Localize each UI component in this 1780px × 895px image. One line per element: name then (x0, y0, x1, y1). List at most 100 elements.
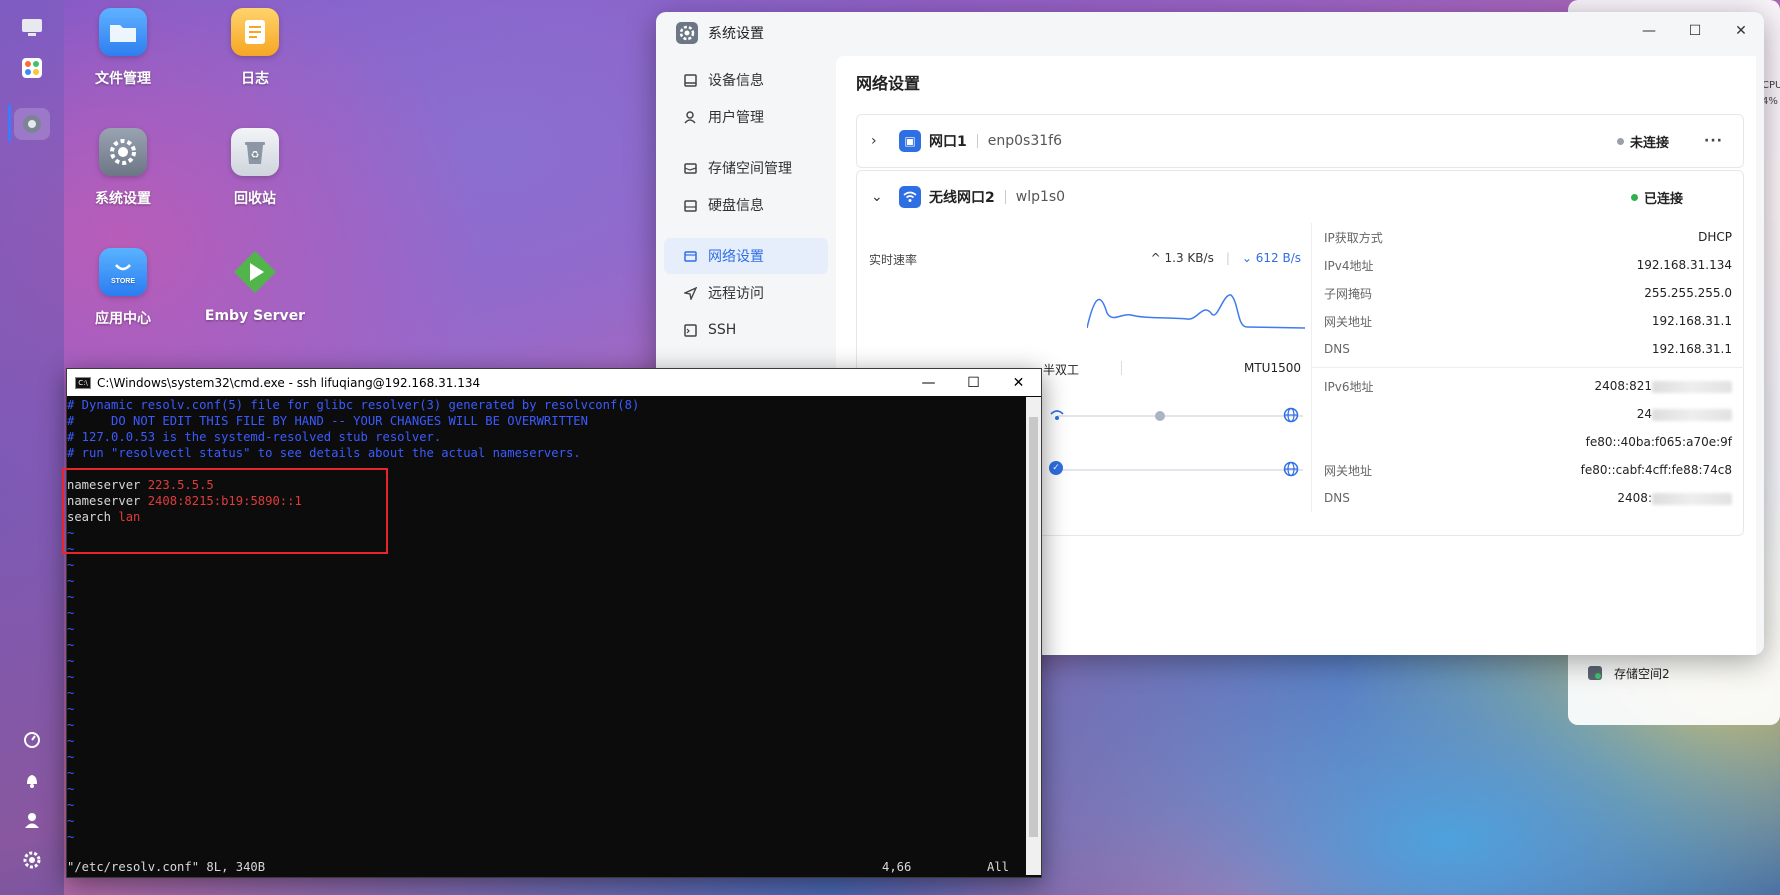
gear-icon[interactable] (18, 846, 46, 874)
vim-empty-line: ~ (67, 734, 75, 748)
remote-icon (682, 285, 698, 301)
upload-speed: ^ 1.3 KB/s (1150, 251, 1214, 265)
vim-empty-line: ~ (67, 622, 75, 636)
info-row: 网关地址 fe80::cabf:4cff:fe88:74c8 (1324, 463, 1732, 478)
status-text: 已连接 (1643, 191, 1683, 207)
minimize-button[interactable]: — (1626, 18, 1672, 44)
highlight-box (62, 468, 388, 554)
device-icon (682, 72, 698, 88)
info-row: IPv6地址 2408:821 (1312, 372, 1744, 400)
status-badge: 已连接 (1630, 188, 1683, 207)
vim-empty-line: ~ (67, 638, 75, 652)
comment-line: # 127.0.0.53 is the systemd-resolved stu… (67, 430, 442, 444)
speed-graph (1087, 294, 1305, 329)
status-badge: 未连接 (1616, 132, 1669, 151)
folder-icon (99, 8, 147, 56)
port2-header[interactable]: ⌄ 无线网口2 wlp1s0 已连接 (857, 171, 1743, 223)
more-icon[interactable]: ··· (1704, 133, 1723, 149)
globe-icon (1283, 461, 1299, 477)
user-icon[interactable] (18, 806, 46, 834)
duplex-label: 半双工 (1043, 363, 1080, 377)
sidebar-item-network[interactable]: 网络设置 (664, 238, 828, 274)
vim-empty-line: ~ (67, 574, 75, 588)
vim-empty-line: ~ (67, 606, 75, 620)
sidebar-item-label: 远程访问 (708, 286, 764, 302)
desktop-icon-label: 回收站 (234, 191, 276, 207)
sidebar-item-label: 设备信息 (708, 73, 764, 89)
sidebar-item-remote[interactable]: 远程访问 (664, 275, 828, 311)
svg-text:STORE: STORE (111, 278, 135, 285)
terminal-scrollbar[interactable] (1026, 397, 1041, 875)
cpu-value: 4% (1762, 96, 1778, 107)
close-button[interactable]: ✕ (996, 369, 1041, 396)
port-interface: wlp1s0 (1015, 189, 1066, 205)
terminal-title-bar[interactable]: C:\ C:\Windows\system32\cmd.exe - ssh li… (67, 369, 1041, 396)
desktop-icon-emby[interactable]: Emby Server (200, 248, 310, 324)
vim-empty-line: ~ (67, 686, 75, 700)
desktop-icon-app-center[interactable]: STORE 应用中心 (68, 248, 178, 328)
info-row: 子网掩码 255.255.255.0 (1324, 286, 1732, 301)
sidebar-item-label: 存储空间管理 (708, 161, 792, 177)
storage-item[interactable]: 存储空间2 (1586, 664, 1670, 682)
sidebar-item-label: 用户管理 (708, 110, 764, 126)
info-row: IP获取方式 DHCP (1324, 230, 1732, 245)
terminal-title: C:\Windows\system32\cmd.exe - ssh lifuqi… (97, 375, 481, 390)
apps-grid-icon[interactable] (18, 54, 46, 82)
sidebar-item-disk[interactable]: 硬盘信息 (664, 187, 828, 223)
bell-icon[interactable] (18, 766, 46, 794)
desktop-icon-recycle[interactable]: ♻ 回收站 (200, 128, 310, 208)
sidebar-item-storage[interactable]: 存储空间管理 (664, 150, 828, 186)
cpu-label: CPU (1762, 80, 1780, 91)
store-icon: STORE (99, 248, 147, 296)
maximize-button[interactable]: ☐ (951, 369, 996, 396)
desktop-icon-settings[interactable]: 系统设置 (68, 128, 178, 208)
sidebar-item-label: 网络设置 (708, 249, 764, 265)
wifi-icon (899, 186, 921, 208)
window-title-bar: 系统设置 (676, 22, 764, 44)
settings-icon (676, 22, 698, 44)
svg-text:♻: ♻ (251, 150, 260, 161)
vim-empty-line: ~ (67, 670, 75, 684)
wifi-icon (1050, 410, 1064, 420)
desktop-icon-label: Emby Server (204, 308, 306, 324)
comment-line: # run "resolvectl status" to see details… (67, 446, 581, 460)
vim-empty-line: ~ (67, 654, 75, 668)
chevron-right-icon[interactable]: › (871, 133, 885, 149)
sidebar-item-users[interactable]: 用户管理 (664, 99, 828, 135)
vim-empty-line: ~ (67, 782, 75, 796)
window-controls: — ☐ ✕ (1626, 18, 1764, 44)
port1-card[interactable]: › ▣ 网口1 enp0s31f6 未连接 ··· (856, 114, 1744, 168)
minimize-button[interactable]: — (906, 369, 951, 396)
info-row: IPv4地址 192.168.31.134 (1324, 258, 1732, 273)
desktop-icon-label: 日志 (241, 71, 269, 87)
terminal-window[interactable]: C:\ C:\Windows\system32\cmd.exe - ssh li… (66, 368, 1042, 878)
sidebar-item-ssh[interactable]: SSH (664, 312, 828, 348)
desktop-icon-log[interactable]: 日志 (200, 8, 310, 88)
info-row: 网关地址 192.168.31.1 (1324, 314, 1732, 329)
vim-empty-line: ~ (67, 766, 75, 780)
maximize-button[interactable]: ☐ (1672, 18, 1718, 44)
vim-empty-line: ~ (67, 718, 75, 732)
storage-icon (1588, 666, 1602, 680)
info-row: fe80::40ba:f065:a70e:9f (1585, 435, 1732, 449)
speed-icon[interactable] (18, 726, 46, 754)
desktop-icon[interactable] (18, 14, 46, 42)
sidebar-item-label: 硬盘信息 (708, 198, 764, 214)
user-icon (682, 109, 698, 125)
comment-line: # DO NOT EDIT THIS FILE BY HAND -- YOUR … (67, 414, 588, 428)
chevron-down-icon[interactable]: ⌄ (871, 189, 885, 205)
globe-icon (1283, 407, 1299, 423)
close-button[interactable]: ✕ (1718, 18, 1764, 44)
vim-empty-line: ~ (67, 702, 75, 716)
sidebar-item-device-info[interactable]: 设备信息 (664, 62, 828, 98)
download-speed: ⌄ 612 B/s (1241, 251, 1301, 265)
desktop-icon-file-manager[interactable]: 文件管理 (68, 8, 178, 88)
desktop-icon-label: 系统设置 (95, 191, 151, 207)
desktop-icon-label: 应用中心 (95, 311, 151, 327)
cmd-icon: C:\ (75, 376, 91, 389)
speed-values: ^ 1.3 KB/s | ⌄ 612 B/s (1150, 251, 1301, 265)
log-icon (231, 8, 279, 56)
port1-header[interactable]: › ▣ 网口1 enp0s31f6 未连接 ··· (857, 115, 1743, 167)
vim-empty-line: ~ (67, 830, 75, 844)
settings-icon[interactable] (18, 110, 46, 138)
